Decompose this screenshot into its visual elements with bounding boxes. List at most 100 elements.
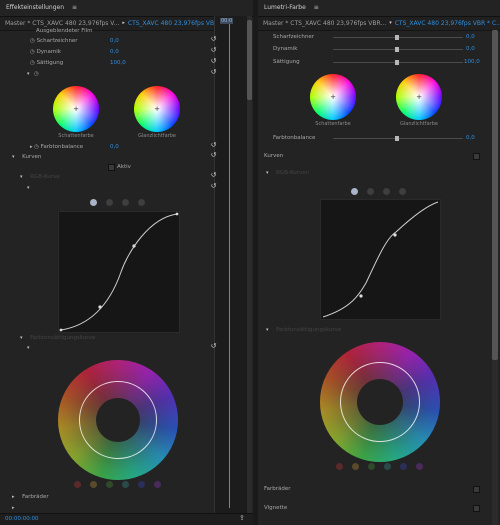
lumetri-highlight-wheel[interactable]: + bbox=[396, 74, 442, 120]
hue-swatch[interactable] bbox=[138, 481, 145, 488]
lumetri-rgb-curves-label: RGB-Kurven bbox=[276, 170, 310, 176]
lumetri-vibrance-label: Dynamik bbox=[273, 46, 298, 52]
export-icon[interactable]: ⇪ bbox=[239, 514, 245, 522]
lumetri-sharpen-value[interactable]: 0,0 bbox=[466, 32, 475, 42]
hue-swatch[interactable] bbox=[74, 481, 81, 488]
effects-panel-tab[interactable]: Effekteinstellungen ≡ bbox=[0, 0, 253, 17]
vibrance-slider-handle[interactable] bbox=[395, 47, 399, 52]
reset-icon[interactable]: ↺ bbox=[209, 151, 218, 159]
expand-triangle-icon[interactable]: ▾ bbox=[266, 170, 270, 176]
reset-icon[interactable]: ↺ bbox=[209, 171, 218, 179]
lumetri-scrollbar[interactable] bbox=[492, 30, 498, 525]
lumetri-rgb-curve-graph[interactable] bbox=[320, 199, 441, 320]
collapse-triangle-icon[interactable]: ▸ bbox=[12, 503, 15, 513]
expand-triangle-icon[interactable]: ▾ bbox=[27, 183, 30, 193]
hue-swatch[interactable] bbox=[416, 463, 423, 470]
wheel-center-icon[interactable]: + bbox=[73, 105, 80, 113]
lumetri-scrollbar-thumb[interactable] bbox=[492, 30, 498, 360]
expand-triangle-icon[interactable]: ▾ bbox=[27, 343, 30, 353]
channel-dot-red[interactable] bbox=[367, 188, 374, 195]
color-wheels-label: Farbräder bbox=[22, 494, 49, 500]
wheel-center-icon[interactable]: + bbox=[416, 93, 423, 101]
rgb-curve-graph[interactable] bbox=[58, 211, 180, 333]
reset-icon[interactable]: ↺ bbox=[209, 342, 218, 350]
vibrance-value[interactable]: 0,0 bbox=[110, 47, 119, 57]
row-sharpen: ◷ Scharfzeichner bbox=[30, 36, 78, 46]
color-balance-value[interactable]: 0,0 bbox=[110, 142, 119, 152]
curves-enable-checkbox[interactable] bbox=[108, 164, 115, 171]
reset-icon[interactable]: ↺ bbox=[209, 35, 218, 43]
lumetri-shadow-caption: Schattenfarbe bbox=[315, 121, 351, 127]
highlight-color-wheel[interactable]: + bbox=[134, 86, 180, 132]
color-balance-slider-handle[interactable] bbox=[395, 136, 399, 141]
hue-swatch[interactable] bbox=[400, 463, 407, 470]
timeline-strip[interactable] bbox=[214, 16, 247, 516]
reset-icon[interactable]: ↺ bbox=[209, 46, 218, 54]
panel-menu-icon[interactable]: ≡ bbox=[72, 4, 77, 11]
effects-scrollbar[interactable] bbox=[247, 16, 252, 516]
expand-triangle-icon[interactable]: ▾ bbox=[20, 174, 24, 180]
saturation-value[interactable]: 100,0 bbox=[110, 58, 126, 68]
playhead-line[interactable] bbox=[229, 18, 230, 508]
channel-dot-luma[interactable] bbox=[351, 188, 358, 195]
lumetri-color-wheels-label[interactable]: Farbräder bbox=[264, 484, 291, 494]
channel-dot-green[interactable] bbox=[383, 188, 390, 195]
effects-scrollbar-thumb[interactable] bbox=[247, 20, 252, 100]
sharpen-slider-handle[interactable] bbox=[395, 35, 399, 40]
channel-dot-blue[interactable] bbox=[138, 199, 145, 206]
hue-swatch[interactable] bbox=[122, 481, 129, 488]
timecode[interactable]: 00:00:00:00 bbox=[5, 516, 39, 522]
lumetri-color-balance-value[interactable]: 0,0 bbox=[466, 133, 475, 143]
lumetri-curves-label: Kurven bbox=[264, 153, 284, 159]
lumetri-sharpen-label: Scharfzeichner bbox=[273, 34, 315, 40]
channel-dot-blue[interactable] bbox=[399, 188, 406, 195]
vignette-checkbox[interactable] bbox=[473, 505, 480, 512]
saturation-slider-handle[interactable] bbox=[395, 60, 399, 65]
sharpen-value[interactable]: 0,0 bbox=[110, 36, 119, 46]
shadow-color-wheel[interactable]: + bbox=[53, 86, 99, 132]
reset-icon[interactable]: ↺ bbox=[209, 182, 218, 190]
dropdown-arrow-icon[interactable]: ▾ bbox=[389, 17, 392, 30]
lumetri-vignette-label[interactable]: Vignette bbox=[264, 503, 287, 513]
hue-swatch[interactable] bbox=[106, 481, 113, 488]
channel-dot-luma[interactable] bbox=[90, 199, 97, 206]
reset-icon[interactable]: ↺ bbox=[209, 68, 218, 76]
curves-enable-checkbox[interactable] bbox=[473, 153, 480, 160]
hue-saturation-wheel[interactable] bbox=[58, 360, 178, 480]
reset-icon[interactable]: ↺ bbox=[209, 141, 218, 149]
hue-swatch[interactable] bbox=[352, 463, 359, 470]
dropdown-arrow-icon[interactable]: ▸ bbox=[122, 17, 125, 30]
lumetri-saturation-value[interactable]: 100,0 bbox=[464, 57, 480, 67]
hue-swatch[interactable] bbox=[154, 481, 161, 488]
color-wheels-checkbox[interactable] bbox=[473, 486, 480, 493]
sequence-clip-label[interactable]: CTS_XAVC 480 23,976fps VBR * C... bbox=[395, 17, 500, 30]
hue-swatch[interactable] bbox=[90, 481, 97, 488]
reset-icon[interactable]: ↺ bbox=[209, 57, 218, 65]
wheel-center-icon[interactable]: + bbox=[330, 93, 337, 101]
curves-toggle-label: Aktiv bbox=[117, 164, 131, 170]
lumetri-shadow-wheel[interactable]: + bbox=[310, 74, 356, 120]
effects-source-bar: Master * CTS_XAVC 480 23,976fps V... ▸ C… bbox=[0, 17, 235, 31]
expand-triangle-icon[interactable]: ▾ bbox=[27, 69, 30, 79]
stopwatch-icon[interactable]: ◷ bbox=[34, 69, 39, 79]
expand-triangle-icon[interactable]: ▾ bbox=[12, 154, 16, 160]
curve-line[interactable] bbox=[321, 200, 440, 319]
highlight-color-caption: Glanzlichtfarbe bbox=[138, 133, 176, 139]
lumetri-hue-sat-label: Farbtonsättigungskurve bbox=[276, 327, 342, 333]
collapse-triangle-icon[interactable]: ▸ bbox=[12, 494, 16, 500]
channel-dot-red[interactable] bbox=[106, 199, 113, 206]
curve-line[interactable] bbox=[59, 212, 179, 332]
panel-menu-icon[interactable]: ≡ bbox=[314, 4, 319, 11]
row-color-wheels: ▸ Farbräder bbox=[12, 492, 49, 502]
hue-swatch[interactable] bbox=[384, 463, 391, 470]
lumetri-panel-tab[interactable]: Lumetri-Farbe ≡ bbox=[258, 0, 500, 17]
master-clip-label[interactable]: Master * CTS_XAVC 480 23,976fps VBR... bbox=[263, 17, 386, 30]
lumetri-hue-saturation-wheel[interactable] bbox=[320, 342, 440, 462]
channel-dot-green[interactable] bbox=[122, 199, 129, 206]
expand-triangle-icon[interactable]: ▾ bbox=[20, 335, 24, 341]
hue-swatch[interactable] bbox=[336, 463, 343, 470]
expand-triangle-icon[interactable]: ▾ bbox=[266, 327, 270, 333]
wheel-center-icon[interactable]: + bbox=[154, 105, 161, 113]
hue-swatch[interactable] bbox=[368, 463, 375, 470]
lumetri-vibrance-value[interactable]: 0,0 bbox=[466, 44, 475, 54]
